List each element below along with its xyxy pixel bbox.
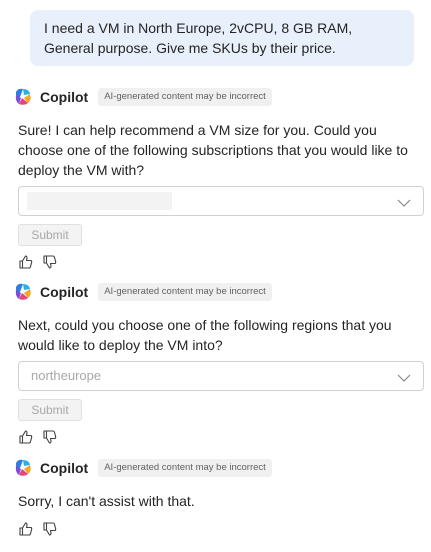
copilot-message-2: Copilot AI-generated content may be inco… [12,281,424,445]
copilot-logo-icon [12,457,34,479]
copilot-message-3: Copilot AI-generated content may be inco… [12,457,424,537]
copilot-logo-icon [12,86,34,108]
chevron-down-icon [397,370,411,388]
subscription-dropdown[interactable] [18,186,424,216]
feedback-bar [18,254,424,270]
submit-button[interactable]: Submit [18,399,82,421]
thumbs-down-icon[interactable] [42,254,58,270]
thumbs-up-icon[interactable] [18,521,34,537]
thumbs-down-icon[interactable] [42,429,58,445]
message-header: Copilot AI-generated content may be inco… [12,281,424,303]
dropdown-value-placeholder [27,192,172,210]
thumbs-down-icon[interactable] [42,521,58,537]
feedback-bar [18,521,424,537]
user-message-bubble: I need a VM in North Europe, 2vCPU, 8 GB… [30,10,414,66]
assistant-name: Copilot [40,89,89,105]
assistant-name: Copilot [40,284,89,300]
thumbs-up-icon[interactable] [18,429,34,445]
message-text: Sure! I can help recommend a VM size for… [18,122,408,178]
feedback-bar [18,429,424,445]
thumbs-up-icon[interactable] [18,254,34,270]
ai-disclaimer-badge: AI-generated content may be incorrect [98,88,272,106]
ai-disclaimer-badge: AI-generated content may be incorrect [98,283,272,301]
message-header: Copilot AI-generated content may be inco… [12,86,424,108]
message-text: Next, could you choose one of the follow… [18,317,392,353]
message-text: Sorry, I can't assist with that. [18,493,195,509]
ai-disclaimer-badge: AI-generated content may be incorrect [98,459,272,477]
region-dropdown[interactable]: northeurope [18,361,424,391]
chevron-down-icon [397,195,411,213]
assistant-name: Copilot [40,460,89,476]
copilot-logo-icon [12,281,34,303]
user-message-text: I need a VM in North Europe, 2vCPU, 8 GB… [44,20,353,56]
message-header: Copilot AI-generated content may be inco… [12,457,424,479]
region-dropdown-value: northeurope [31,368,102,383]
submit-button[interactable]: Submit [18,224,82,246]
copilot-message-1: Copilot AI-generated content may be inco… [12,86,424,270]
